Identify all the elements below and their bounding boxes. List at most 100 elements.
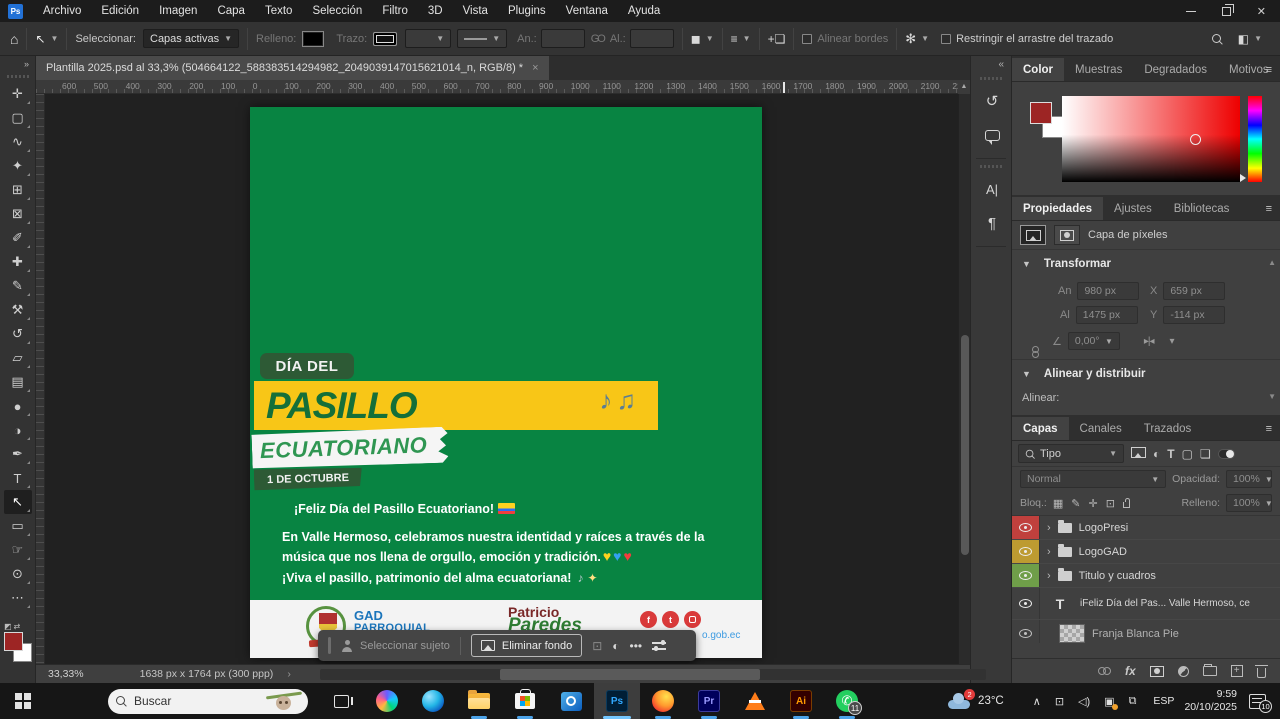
tab-canales[interactable]: Canales bbox=[1069, 417, 1133, 440]
chat-icon[interactable]: ▣ bbox=[1104, 695, 1114, 708]
taskbar-edge[interactable] bbox=[410, 683, 456, 719]
taskbar-task-view[interactable] bbox=[318, 683, 364, 719]
visibility-toggle[interactable] bbox=[1012, 620, 1040, 643]
clone-stamp-tool[interactable]: ⚒ bbox=[4, 298, 32, 322]
poster-document[interactable]: DÍA DEL PASILLO ♪♫ ECUATORIANO 1 DE OCTU… bbox=[250, 107, 762, 658]
type-tool[interactable]: T bbox=[4, 466, 32, 490]
blur-tool[interactable]: ● bbox=[4, 394, 32, 418]
visibility-toggle[interactable] bbox=[1012, 564, 1040, 587]
document-tab[interactable]: Plantilla 2025.psd al 33,3% (504664122_5… bbox=[36, 56, 549, 80]
eyedropper-tool[interactable]: ✐ bbox=[4, 226, 32, 250]
opacity-value[interactable]: 100%▼ bbox=[1226, 470, 1272, 488]
canvas-area[interactable]: DÍA DEL PASILLO ♪♫ ECUATORIANO 1 DE OCTU… bbox=[36, 94, 958, 664]
search-highlight-image[interactable] bbox=[266, 691, 302, 712]
meet-now-icon[interactable]: ⊡ bbox=[1055, 695, 1064, 708]
path-alignment-icon[interactable]: ≡▼ bbox=[731, 32, 751, 46]
taskbar-outlook[interactable] bbox=[548, 683, 594, 719]
paragraph-panel-icon[interactable]: ¶ bbox=[971, 206, 1013, 240]
pixel-layer-icon[interactable] bbox=[1020, 225, 1046, 245]
menu-ventana[interactable]: Ventana bbox=[556, 5, 618, 17]
lock-paint-icon[interactable]: ✎ bbox=[1071, 497, 1080, 510]
stroke-width-input[interactable]: ▼ bbox=[405, 29, 451, 48]
color-picker-ring[interactable] bbox=[1190, 134, 1201, 145]
visibility-toggle[interactable] bbox=[1012, 540, 1040, 563]
path-operations-icon[interactable]: ◼▼ bbox=[691, 32, 714, 46]
character-panel-icon[interactable]: A| bbox=[971, 172, 1013, 206]
stroke-swatch[interactable] bbox=[373, 32, 397, 46]
height-value[interactable]: 1475 px bbox=[1076, 306, 1138, 324]
adjustment-icon[interactable]: ◐ bbox=[612, 639, 619, 653]
hue-slider-arrow[interactable] bbox=[1240, 174, 1246, 182]
taskbar-copilot[interactable] bbox=[364, 683, 410, 719]
lasso-tool[interactable]: ∿ bbox=[4, 130, 32, 154]
taskbar-illustrator[interactable]: Ai bbox=[778, 683, 824, 719]
ctxbar-drag-handle[interactable] bbox=[328, 637, 331, 654]
layer-row[interactable]: Franja Blanca Pie bbox=[1012, 620, 1280, 643]
foreground-color-swatch[interactable] bbox=[4, 632, 23, 651]
visibility-toggle[interactable] bbox=[1012, 516, 1040, 539]
panel-menu-icon[interactable]: ≡ bbox=[1266, 203, 1272, 215]
angle-value[interactable]: 0,00°▼ bbox=[1068, 332, 1120, 350]
menu-seleccio-n[interactable]: Selección bbox=[302, 5, 372, 17]
filter-toggle[interactable] bbox=[1218, 449, 1235, 459]
y-value[interactable]: -114 px bbox=[1163, 306, 1225, 324]
gear-icon[interactable]: ✻▼ bbox=[905, 31, 929, 47]
layer-filter-dropdown[interactable]: Tipo▼ bbox=[1018, 444, 1124, 463]
move-tool-preset-icon[interactable]: ↖ bbox=[35, 32, 45, 46]
width-input[interactable] bbox=[541, 29, 585, 48]
hidden-icons-chevron[interactable]: ∧ bbox=[1033, 695, 1041, 708]
layer-row[interactable]: ›Titulo y cuadros bbox=[1012, 564, 1280, 588]
notification-center-icon[interactable]: 10 bbox=[1249, 694, 1266, 709]
lock-artboard-icon[interactable]: ⊡ bbox=[1106, 497, 1115, 510]
taskbar-premiere[interactable]: Pr bbox=[686, 683, 732, 719]
menu-texto[interactable]: Texto bbox=[255, 5, 303, 17]
link-wh-icon[interactable] bbox=[1032, 346, 1039, 358]
eraser-tool[interactable]: ▱ bbox=[4, 346, 32, 370]
hand-tool[interactable]: ☞ bbox=[4, 538, 32, 562]
lock-transparent-icon[interactable]: ▦ bbox=[1053, 497, 1063, 510]
move-tool[interactable]: ✛ bbox=[4, 82, 32, 106]
blend-mode-dropdown[interactable]: Normal▼ bbox=[1020, 470, 1166, 488]
pen-tool[interactable]: ✒ bbox=[4, 442, 32, 466]
select-mode-dropdown[interactable]: Capas activas▼ bbox=[143, 29, 239, 48]
chevron-down-icon[interactable]: ▼ bbox=[1022, 369, 1031, 379]
taskbar-ms-store[interactable] bbox=[502, 683, 548, 719]
spot-healing-tool[interactable]: ✚ bbox=[4, 250, 32, 274]
layer-row[interactable]: TiFeliz Día del Pas... Valle Hermoso, ce bbox=[1012, 588, 1280, 620]
tab-ajustes[interactable]: Ajustes bbox=[1103, 197, 1163, 220]
constrain-path-checkbox[interactable]: Restringir el arrastre del trazado bbox=[941, 33, 1113, 45]
tab-degradados[interactable]: Degradados bbox=[1133, 58, 1218, 81]
path-arrangement-icon[interactable]: +❏ bbox=[768, 32, 786, 46]
adjustment-layer-icon[interactable] bbox=[1178, 666, 1189, 677]
zoom-tool[interactable]: ⊙ bbox=[4, 562, 32, 586]
menu-vista[interactable]: Vista bbox=[453, 5, 498, 17]
history-brush-tool[interactable]: ↺ bbox=[4, 322, 32, 346]
filter-pixel-layers-icon[interactable] bbox=[1131, 447, 1146, 461]
add-mask-icon[interactable] bbox=[1150, 666, 1164, 677]
select-subject-button[interactable]: Seleccionar sujeto bbox=[341, 640, 450, 652]
visibility-toggle[interactable] bbox=[1012, 588, 1040, 619]
vertical-scrollbar-thumb[interactable] bbox=[961, 335, 969, 555]
filter-smart-objects-icon[interactable]: ❏ bbox=[1200, 447, 1211, 461]
language-indicator[interactable]: ESP bbox=[1153, 695, 1174, 707]
rectangle-tool[interactable]: ▭ bbox=[4, 514, 32, 538]
workspace-switcher-icon[interactable]: ◧▼ bbox=[1238, 32, 1262, 46]
expand-group-icon[interactable]: › bbox=[1047, 522, 1051, 534]
menu-imagen[interactable]: Imagen bbox=[149, 5, 207, 17]
new-layer-icon[interactable]: + bbox=[1231, 665, 1243, 677]
height-input[interactable] bbox=[630, 29, 674, 48]
link-layers-icon[interactable] bbox=[1098, 667, 1111, 675]
fill-swatch[interactable] bbox=[302, 31, 324, 47]
menu-ayuda[interactable]: Ayuda bbox=[618, 5, 670, 17]
more-options-icon[interactable]: ••• bbox=[630, 639, 643, 653]
mask-icon[interactable] bbox=[1054, 225, 1080, 245]
display-icon[interactable]: ⧉ bbox=[1129, 695, 1137, 708]
zoom-level[interactable]: 33,33% bbox=[48, 668, 84, 680]
remove-background-button[interactable]: Eliminar fondo bbox=[471, 634, 582, 657]
close-button[interactable]: ✕ bbox=[1257, 5, 1266, 18]
dodge-tool[interactable]: ◑ bbox=[4, 418, 32, 442]
stroke-type-dropdown[interactable]: ▼ bbox=[457, 29, 507, 48]
filter-adjustment-layers-icon[interactable]: ◐ bbox=[1153, 447, 1160, 461]
panel-menu-icon[interactable]: ≡ bbox=[1266, 64, 1272, 76]
hue-slider[interactable] bbox=[1248, 96, 1262, 182]
